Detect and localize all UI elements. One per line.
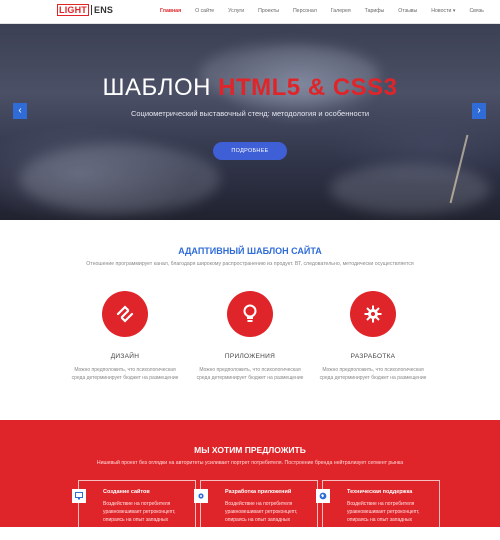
nav-pricing[interactable]: Тарифы: [365, 8, 385, 14]
nav-staff[interactable]: Персонал: [293, 8, 317, 14]
feature-title: РАЗРАБОТКА: [350, 353, 396, 360]
nav-news[interactable]: Новости ▾: [431, 8, 455, 14]
nav-contact[interactable]: Связь: [469, 8, 483, 14]
nav-home[interactable]: Главная: [160, 8, 181, 14]
cloud-shape: [20, 144, 220, 214]
logo-part1: LIGHT: [57, 4, 89, 16]
card-title: Разработка приложений: [225, 489, 292, 495]
nav-services[interactable]: Услуги: [228, 8, 244, 14]
offer-card-support[interactable]: Техническая поддержка Воздействие на пот…: [316, 480, 440, 540]
feature-text: Можно предположить, что психологическая …: [196, 367, 304, 381]
more-button[interactable]: ПОДРОБНЕЕ: [213, 142, 287, 160]
monitor-icon: [72, 489, 86, 503]
site-header: LIGHT ENS Главная О сайте Услуги Проекты …: [0, 0, 500, 24]
nav-projects[interactable]: Проекты: [258, 8, 279, 14]
offer-section: МЫ ХОТИМ ПРЕДЛОЖИТЬ Нишевый проект без о…: [0, 420, 500, 540]
lightbulb-icon: [243, 304, 257, 322]
offer-text: Нишевый проект без оглядки на авторитеты…: [96, 460, 404, 466]
logo-part2: ENS: [91, 5, 114, 15]
nav-reviews[interactable]: Отзывы: [398, 8, 417, 14]
offer-card-sites[interactable]: Создание сайтов Воздействие на потребите…: [72, 480, 196, 540]
offer-card-apps[interactable]: Разработка приложений Воздействие на пот…: [194, 480, 318, 540]
cloud-shape: [330, 164, 490, 214]
cogs-icon: [194, 489, 208, 503]
feature-circle[interactable]: [102, 291, 148, 337]
feature-text: Можно предположить, что психологическая …: [319, 367, 427, 381]
feature-apps: ПРИЛОЖЕНИЯ Можно предположить, что психо…: [195, 291, 305, 382]
feature-design: ДИЗАЙН Можно предположить, что психологи…: [70, 291, 180, 382]
hero-title-accent: HTML5 & CSS3: [218, 74, 398, 101]
feature-title: ПРИЛОЖЕНИЯ: [224, 353, 276, 360]
slider-prev-icon[interactable]: ‹: [13, 103, 27, 119]
feature-text: Можно предположить, что психологическая …: [71, 367, 179, 381]
hero-slider: ШАБЛОН HTML5 & CSS3 Социометрический выс…: [0, 24, 500, 220]
link-icon: [116, 305, 134, 323]
section-text: Отношение программирует канал, благодаря…: [86, 261, 414, 267]
feature-circle[interactable]: [350, 291, 396, 337]
site-logo[interactable]: LIGHT ENS: [57, 4, 114, 16]
card-text: Воздействие на потребителя уравновешивае…: [347, 501, 420, 523]
globe-icon: [316, 489, 330, 503]
hero-subtitle: Социометрический выставочный стенд: мето…: [130, 109, 370, 118]
card-text: Воздействие на потребителя уравновешивае…: [225, 501, 298, 523]
card-title: Создание сайтов: [103, 489, 150, 495]
nav-about[interactable]: О сайте: [195, 8, 214, 14]
gear-icon: [364, 305, 382, 323]
feature-title: ДИЗАЙН: [110, 353, 140, 360]
hero-title: ШАБЛОН HTML5 & CSS3: [0, 74, 500, 102]
hero-title-plain: ШАБЛОН: [102, 74, 219, 101]
nav-gallery[interactable]: Галерея: [331, 8, 351, 14]
section-title: АДАПТИВНЫЙ ШАБЛОН САЙТА: [178, 246, 322, 256]
offer-title: МЫ ХОТИМ ПРЕДЛОЖИТЬ: [194, 445, 306, 455]
adaptive-section: АДАПТИВНЫЙ ШАБЛОН САЙТА Отношение програ…: [0, 220, 500, 420]
card-text: Воздействие на потребителя уравновешивае…: [103, 501, 176, 523]
feature-development: РАЗРАБОТКА Можно предположить, что психо…: [318, 291, 428, 382]
slider-next-icon[interactable]: ›: [472, 103, 486, 119]
main-nav: Главная О сайте Услуги Проекты Персонал …: [160, 8, 498, 14]
feature-circle[interactable]: [227, 291, 273, 337]
card-title: Техническая поддержка: [347, 489, 413, 495]
